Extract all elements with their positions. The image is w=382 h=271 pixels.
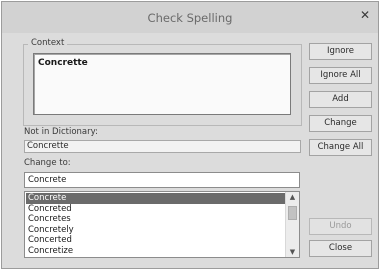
close-icon[interactable]: ✕: [358, 8, 372, 22]
suggestions-list[interactable]: Concrete Concreted Concretes Concretely Conc…: [24, 191, 300, 258]
ignore-all-button[interactable]: Ignore All: [309, 67, 372, 84]
context-label: Context: [28, 38, 68, 48]
change-to-input[interactable]: [24, 172, 300, 188]
undo-button[interactable]: Undo: [309, 218, 372, 235]
suggestion-items: Concrete Concreted Concretes Concretely Conc…: [26, 193, 285, 258]
chevron-down-icon[interactable]: ▼: [286, 247, 299, 257]
suggestion-item[interactable]: Concerted: [26, 235, 285, 246]
add-button[interactable]: Add: [309, 91, 372, 108]
chevron-up-icon[interactable]: ▲: [286, 192, 299, 202]
check-spelling-dialog: Check Spelling ✕ Context Concrette Not i…: [1, 1, 379, 269]
suggestion-item[interactable]: Concrete: [26, 193, 285, 204]
dialog-title: Check Spelling: [147, 11, 233, 25]
title-bar[interactable]: Check Spelling ✕: [2, 2, 378, 33]
close-button[interactable]: Close: [309, 240, 372, 257]
context-text: Concrette: [38, 58, 88, 68]
change-all-button[interactable]: Change All: [309, 139, 372, 156]
ignore-button[interactable]: Ignore: [309, 43, 372, 60]
context-group: Context Concrette: [23, 38, 302, 126]
suggestions-scrollbar[interactable]: ▲ ▼: [285, 192, 299, 257]
change-to-label: Change to:: [24, 158, 71, 168]
context-box[interactable]: Concrette: [33, 53, 291, 115]
suggestion-item[interactable]: Concretion: [26, 257, 285, 258]
suggestion-item[interactable]: Concreted: [26, 204, 285, 215]
suggestion-item[interactable]: Concretely: [26, 225, 285, 236]
not-in-dictionary-label: Not in Dictionary:: [24, 127, 98, 137]
change-button[interactable]: Change: [309, 115, 372, 132]
suggestion-item[interactable]: Concretes: [26, 214, 285, 225]
scroll-thumb[interactable]: [288, 206, 297, 220]
suggestion-item[interactable]: Concretize: [26, 246, 285, 257]
not-in-dictionary-field: Concrette: [24, 140, 301, 153]
